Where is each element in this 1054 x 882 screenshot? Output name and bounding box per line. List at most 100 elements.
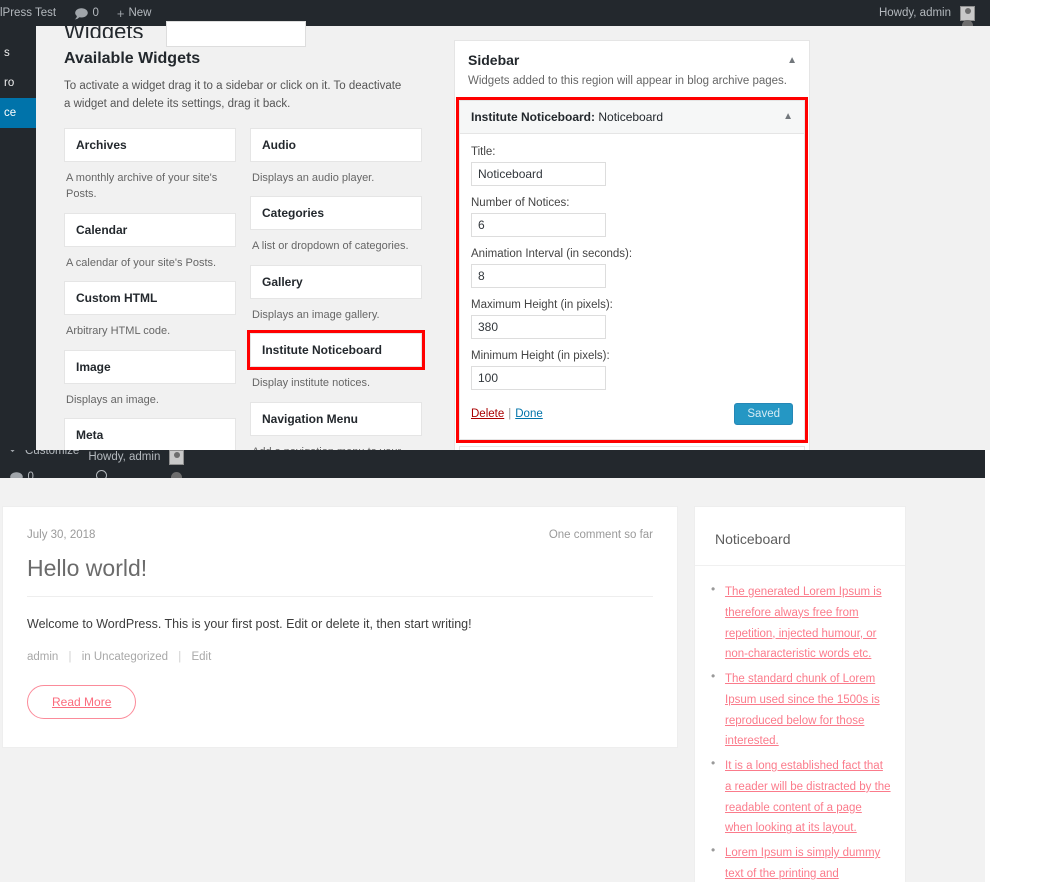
widget-search-input[interactable] (166, 21, 306, 47)
field-animation-interval: Animation Interval (in seconds): (471, 248, 793, 288)
widget-desc-institute-noticeboard: Display institute notices. (252, 377, 370, 390)
admin-bar-comment-count: 0 (92, 7, 99, 19)
field-minimum-height: Minimum Height (in pixels): (471, 350, 793, 390)
widget-card-gallery[interactable]: Gallery (250, 264, 422, 299)
widget-instance-type: Institute Noticeboard: (471, 110, 596, 124)
widget-desc-audio: Displays an audio player. (252, 171, 375, 184)
field-maximum-height: Maximum Height (in pixels): (471, 299, 793, 339)
done-link[interactable]: Done (515, 408, 543, 420)
maximum-height-input[interactable] (471, 315, 606, 339)
sidebar-item-1[interactable]: ro (0, 68, 36, 98)
post-meta-bottom: admin | in Uncategorized | Edit (27, 651, 653, 663)
widget-instance-institute-noticeboard: Institute Noticeboard: Noticeboard ▲ Tit… (459, 100, 805, 440)
widget-desc-gallery: Displays an image gallery. (252, 308, 380, 321)
menu-top-spacer (0, 26, 36, 38)
widget-card-meta[interactable]: Meta (64, 418, 236, 450)
post-category[interactable]: in Uncategorized (82, 651, 168, 663)
admin-bar: lPress Test 🗩 0 + New Howdy, admin (0, 0, 990, 26)
widget-desc-custom-html: Arbitrary HTML code. (66, 325, 171, 338)
post-card: July 30, 2018 One comment so far Hello w… (2, 506, 678, 748)
notice-link-3[interactable]: Lorem Ipsum is simply dummy text of the … (725, 847, 880, 882)
admin-bar-comments[interactable]: 🗩 0 (65, 0, 108, 26)
front-admin-bar-howdy-label: Howdy, admin (88, 451, 161, 463)
notice-link-0[interactable]: The generated Lorem Ipsum is therefore a… (725, 586, 882, 660)
admin-bar-howdy-label: Howdy, admin (878, 7, 951, 19)
minimum-height-input[interactable] (471, 366, 606, 390)
field-minimum-height-label: Minimum Height (in pixels): (471, 350, 610, 362)
title-input[interactable] (471, 162, 606, 186)
available-widgets-heading: Available Widgets (64, 50, 201, 67)
sidebar-item-appearance[interactable]: ce (0, 98, 36, 128)
post-meta-top: July 30, 2018 One comment so far (27, 529, 653, 541)
field-animation-interval-label: Animation Interval (in seconds): (471, 248, 633, 260)
widget-instance-highlight: Institute Noticeboard: Noticeboard ▲ Tit… (456, 97, 808, 443)
list-item: The generated Lorem Ipsum is therefore a… (711, 582, 891, 667)
field-number-of-notices-label: Number of Notices: (471, 197, 570, 209)
chevron-up-icon[interactable]: ▲ (787, 55, 797, 66)
user-avatar-icon (960, 5, 975, 21)
widget-instance-footer: Delete | Done Saved (471, 401, 793, 429)
front-admin-bar-howdy[interactable]: Howdy, admin (88, 450, 193, 470)
save-button[interactable]: Saved (734, 403, 793, 425)
widget-instance-title: Noticeboard (598, 110, 664, 124)
noticeboard-widget: Noticeboard The generated Lorem Ipsum is… (694, 506, 906, 882)
list-item: Lorem Ipsum is simply dummy text of the … (711, 843, 891, 882)
widget-card-categories[interactable]: Categories (250, 196, 422, 231)
widget-column-right: Audio Displays an audio player. Categori… (247, 127, 425, 450)
meta-separator-2: | (178, 651, 182, 663)
admin-content: Widgets Available Widgets To activate a … (36, 21, 990, 450)
post-comment-count[interactable]: One comment so far (549, 529, 653, 541)
comment-bubble-icon: 🗩 (74, 5, 89, 21)
widget-card-calendar[interactable]: Calendar (64, 212, 236, 247)
notice-link-2[interactable]: It is a long established fact that a rea… (725, 760, 891, 834)
front-admin-bar-customize-label: Customize (25, 450, 80, 457)
delete-link[interactable]: Delete (471, 408, 504, 420)
post-date: July 30, 2018 (27, 529, 96, 541)
admin-bar-new-label: New (128, 7, 152, 19)
widget-card-institute-noticeboard[interactable]: Institute Noticeboard (247, 330, 425, 371)
sidebar-region-title: Sidebar (468, 52, 520, 68)
number-of-notices-input[interactable] (471, 213, 606, 237)
notice-link-1[interactable]: The standard chunk of Lorem Ipsum used s… (725, 673, 880, 747)
widget-card-audio[interactable]: Audio (250, 127, 422, 162)
widget-desc-calendar: A calendar of your site's Posts. (66, 256, 217, 269)
read-more-button[interactable]: Read More (27, 685, 137, 719)
widget-card-image[interactable]: Image (64, 349, 236, 384)
widget-instance-header[interactable]: Institute Noticeboard: Noticeboard ▲ (460, 101, 804, 134)
widget-card-custom-html[interactable]: Custom HTML (64, 281, 236, 316)
post-excerpt: Welcome to WordPress. This is your first… (27, 617, 472, 631)
admin-bar-left: lPress Test 🗩 0 + New (0, 0, 160, 26)
admin-bar-site-name[interactable]: lPress Test (0, 0, 65, 26)
sidebar-item-0[interactable]: s (0, 38, 36, 68)
front-content: July 30, 2018 One comment so far Hello w… (0, 478, 985, 882)
pencil-icon (9, 450, 21, 457)
field-maximum-height-label: Maximum Height (in pixels): (471, 299, 613, 311)
admin-sidebar-menu: s ro ce (0, 26, 36, 450)
widget-card-archives[interactable]: Archives (64, 127, 236, 162)
sidebar-region-header[interactable]: Sidebar Widgets added to this region wil… (455, 41, 809, 97)
field-number-of-notices: Number of Notices: (471, 197, 793, 237)
widget-desc-archives: A monthly archive of your site's Posts. (66, 171, 218, 201)
front-end-screenshot: lPress Test Customize 🗩 0 + New Howdy, a… (0, 450, 985, 882)
meta-separator-1: | (68, 651, 72, 663)
noticeboard-header: Noticeboard (695, 507, 905, 566)
admin-bar-new[interactable]: + New (108, 0, 161, 26)
screenshot-stage: lPress Test 🗩 0 + New Howdy, admin s ro … (0, 0, 1054, 882)
available-widgets-section: Available Widgets To activate a widget d… (64, 50, 425, 450)
animation-interval-input[interactable] (471, 264, 606, 288)
list-item: It is a long established fact that a rea… (711, 756, 891, 841)
admin-bar-right: Howdy, admin (879, 0, 990, 26)
front-admin-bar-customize[interactable]: Customize (0, 450, 88, 464)
post-author[interactable]: admin (27, 651, 58, 663)
field-title-label: Title: (471, 146, 496, 158)
widget-desc-image: Displays an image. (66, 393, 159, 406)
widget-column-left: Archives A monthly archive of your site'… (64, 127, 236, 450)
field-title: Title: (471, 146, 793, 186)
widget-card-navigation-menu[interactable]: Navigation Menu (250, 401, 422, 436)
page-title: Widgets (64, 26, 143, 38)
admin-bar-howdy[interactable]: Howdy, admin (879, 0, 984, 26)
user-avatar-icon (169, 450, 185, 465)
post-title[interactable]: Hello world! (27, 555, 653, 597)
post-edit-link[interactable]: Edit (191, 651, 211, 663)
chevron-up-icon[interactable]: ▲ (783, 111, 793, 122)
